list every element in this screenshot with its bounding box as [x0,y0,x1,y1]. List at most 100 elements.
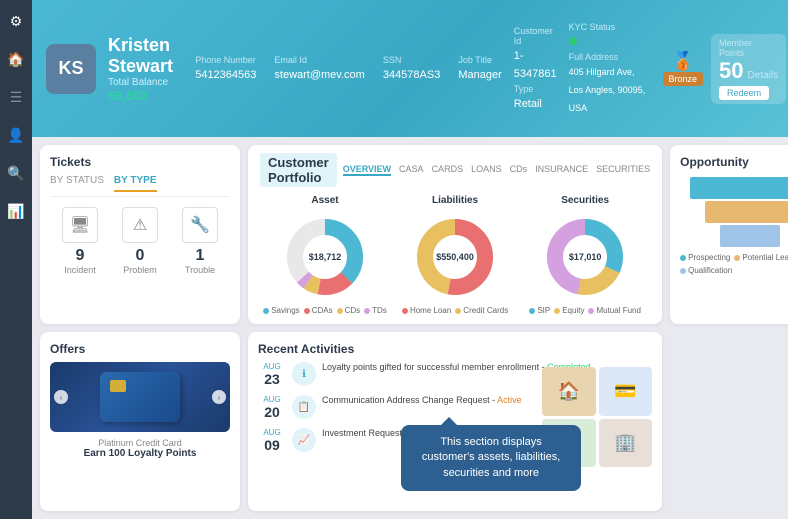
asset-title: Asset [260,195,390,206]
img-house: 🏠 [542,367,596,416]
sidebar-icon-settings[interactable]: ⚙ [5,10,27,32]
tooltip-arrow [441,417,457,425]
tab-casa[interactable]: CASA [399,164,424,176]
tab-securities[interactable]: SECURITIES [596,164,650,176]
legend-equity: Equity [554,306,584,315]
opportunity-card: Opportunity Prospecting Potential Lead Q… [670,145,788,324]
details-label: Details [748,70,779,81]
liabilities-section: Liabilities $550,400 Home Loan Credit Ca… [390,195,520,315]
activity-icon-0: ℹ [292,362,316,386]
sidebar: ⚙ 🏠 ☰ 👤 🔍 📊 [0,0,32,519]
activity-icon-1: 📋 [292,395,316,419]
id-type-fields: Customer Id 1-5347861 Type Retail [514,26,557,112]
next-arrow[interactable]: › [212,390,226,404]
liabilities-title: Liabilities [390,195,520,206]
legend-sip: SIP [529,306,550,315]
securities-legend: SIP Equity Mutual Fund [520,306,650,315]
legend-home-loan: Home Loan [402,306,451,315]
img-card: 💳 [599,367,653,416]
asset-section: Asset $18,712 Savings CDAs [260,195,390,315]
tickets-card: Tickets BY STATUS BY TYPE 🖥 9 Incident ⚠… [40,145,240,324]
offer-card-name: Platinum Credit Card [50,438,230,448]
offer-image: ‹ › [50,362,230,432]
header: KS Kristen Stewart Total Balance $5,502 … [32,0,788,137]
content-grid: Tickets BY STATUS BY TYPE 🖥 9 Incident ⚠… [32,137,788,519]
activities-card: Recent Activities AUG 23 ℹ Loyalty point… [248,332,662,511]
sidebar-icon-search[interactable]: 🔍 [5,162,27,184]
email-label: Email Id [274,55,364,65]
problem-icon: ⚠ [122,207,158,243]
tab-cds[interactable]: CDs [510,164,528,176]
trouble-label: Trouble [182,265,218,275]
address-field: Full Address 405 Hilgard Ave, Los Angles… [569,52,651,116]
credit-card-visual [100,372,180,422]
phone-field: Phone Number 5412364563 [195,55,256,83]
redeem-button[interactable]: Redeem [719,86,769,100]
job-title-value: Manager [458,69,501,81]
avatar: KS [46,44,96,94]
address-label: Full Address [569,52,651,62]
job-title-label: Job Title [458,55,501,65]
customer-id-label: Customer Id [514,26,557,46]
activities-title: Recent Activities [258,342,652,356]
tickets-title: Tickets [50,155,230,169]
funnel-bar-potential [705,201,788,223]
tab-by-status[interactable]: BY STATUS [50,175,104,192]
trouble-count: 1 [182,247,218,265]
date-aug23: AUG 23 [258,362,286,387]
chip-icon [110,380,126,392]
ticket-incident: 🖥 9 Incident [62,207,98,275]
address-value: 405 Hilgard Ave, Los Angles, 90095, USA [569,67,646,113]
tab-cards[interactable]: CARDS [432,164,464,176]
type-field: Type Retail [514,84,557,112]
funnel-legend: Prospecting Potential Lead Qualification [680,253,788,275]
opportunity-title: Opportunity [680,155,788,169]
sidebar-icon-user[interactable]: 👤 [5,124,27,146]
liabilities-value: $550,400 [436,252,474,262]
funnel-bar-qualification [720,225,780,247]
img-building: 🏢 [599,419,653,468]
total-balance: $5,502 [108,88,173,103]
legend-mutual-fund: Mutual Fund [588,306,640,315]
legend-tds: TDs [364,306,387,315]
main-content: KS Kristen Stewart Total Balance $5,502 … [32,0,788,519]
sidebar-icon-chart[interactable]: 📊 [5,200,27,222]
sidebar-icon-list[interactable]: ☰ [5,86,27,108]
tab-loans[interactable]: LOANS [471,164,502,176]
portfolio-tabs: OVERVIEW CASA CARDS LOANS CDs INSURANCE … [343,164,650,176]
legend-credit-cards: Credit Cards [455,306,508,315]
points-box: Member Points 50 Details Redeem [711,34,786,104]
legend-cdas: CDAs [304,306,333,315]
tab-overview[interactable]: OVERVIEW [343,164,391,176]
incident-label: Incident [62,265,98,275]
kyc-address-fields: KYC Status Full Address 405 Hilgard Ave,… [569,22,651,116]
offers-title: Offers [50,342,230,356]
ticket-icons: 🖥 9 Incident ⚠ 0 Problem 🔧 1 Trouble [50,207,230,275]
portfolio-card: Customer Portfolio OVERVIEW CASA CARDS L… [248,145,662,324]
legend-cds: CDs [337,306,361,315]
asset-donut: $18,712 [280,212,370,302]
sidebar-icon-home[interactable]: 🏠 [5,48,27,70]
ticket-problem: ⚠ 0 Problem [122,207,158,275]
securities-donut: $17,010 [540,212,630,302]
problem-count: 0 [122,247,158,265]
legend-qualification: Qualification [680,266,732,275]
portfolio-charts: Asset $18,712 Savings CDAs [260,195,650,315]
ssn-label: SSN [383,55,441,65]
tab-by-type[interactable]: BY TYPE [114,175,157,192]
tab-insurance[interactable]: INSURANCE [535,164,588,176]
funnel-chart [680,177,788,247]
funnel-bar-prospecting [690,177,788,199]
trouble-icon: 🔧 [182,207,218,243]
customer-name: Kristen Stewart [108,35,173,77]
tickets-tabs: BY STATUS BY TYPE [50,175,230,197]
prev-arrow[interactable]: ‹ [54,390,68,404]
kyc-dot [569,37,577,45]
ssn-field: SSN 344578AS3 [383,55,441,83]
portfolio-header: Customer Portfolio OVERVIEW CASA CARDS L… [260,153,650,187]
phone-value: 5412364563 [195,69,256,81]
header-fields: Phone Number 5412364563 Email Id stewart… [195,55,502,83]
ticket-trouble: 🔧 1 Trouble [182,207,218,275]
badge-bronze: Bronze [663,72,704,86]
kyc-label: KYC Status [569,22,651,32]
